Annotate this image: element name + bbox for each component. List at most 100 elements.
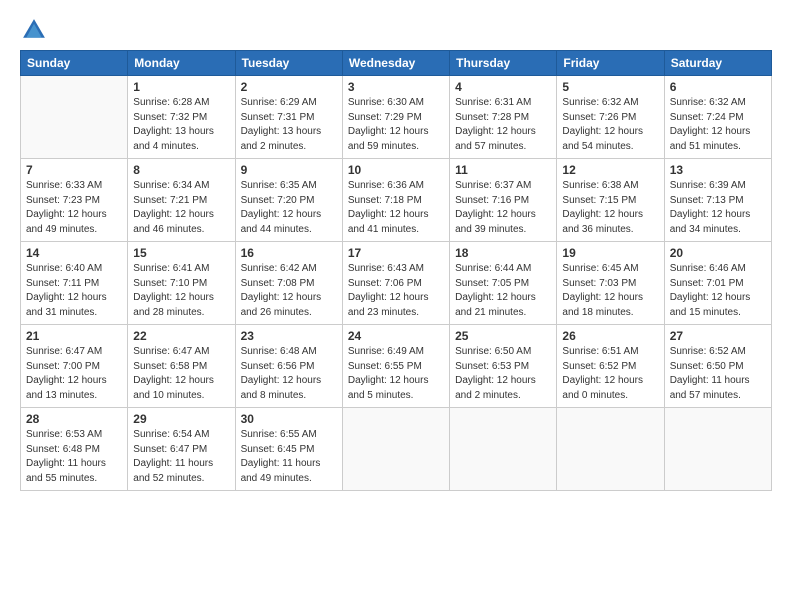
weekday-header-thursday: Thursday bbox=[450, 51, 557, 76]
day-info: Sunrise: 6:28 AM Sunset: 7:32 PM Dayligh… bbox=[133, 96, 229, 154]
day-info: Sunrise: 6:31 AM Sunset: 7:28 PM Dayligh… bbox=[455, 96, 551, 154]
calendar-cell bbox=[342, 408, 449, 491]
day-info: Sunrise: 6:29 AM Sunset: 7:31 PM Dayligh… bbox=[241, 96, 337, 154]
weekday-header-saturday: Saturday bbox=[664, 51, 771, 76]
calendar-cell: 26 Sunrise: 6:51 AM Sunset: 6:52 PM Dayli… bbox=[557, 325, 664, 408]
calendar-cell: 17 Sunrise: 6:43 AM Sunset: 7:06 PM Dayli… bbox=[342, 242, 449, 325]
calendar-cell: 30Sunrise: 6:55 AM Sunset: 6:45 PM Dayli… bbox=[235, 408, 342, 491]
day-number: 6 bbox=[670, 80, 766, 94]
page: SundayMondayTuesdayWednesdayThursdayFrid… bbox=[0, 0, 792, 612]
calendar-cell: 6 Sunrise: 6:32 AM Sunset: 7:24 PM Daylig… bbox=[664, 76, 771, 159]
day-info: Sunrise: 6:53 AM Sunset: 6:48 PM Dayligh… bbox=[26, 428, 122, 486]
calendar-cell bbox=[21, 76, 128, 159]
calendar-cell: 2 Sunrise: 6:29 AM Sunset: 7:31 PM Daylig… bbox=[235, 76, 342, 159]
day-number: 13 bbox=[670, 163, 766, 177]
day-number: 9 bbox=[241, 163, 337, 177]
calendar-cell: 10 Sunrise: 6:36 AM Sunset: 7:18 PM Dayli… bbox=[342, 159, 449, 242]
weekday-header-sunday: Sunday bbox=[21, 51, 128, 76]
calendar-cell: 22Sunrise: 6:47 AM Sunset: 6:58 PM Dayli… bbox=[128, 325, 235, 408]
day-info: Sunrise: 6:33 AM Sunset: 7:23 PM Dayligh… bbox=[26, 179, 122, 237]
calendar-cell: 14 Sunrise: 6:40 AM Sunset: 7:11 PM Dayli… bbox=[21, 242, 128, 325]
day-number: 21 bbox=[26, 329, 122, 343]
calendar-cell: 15 Sunrise: 6:41 AM Sunset: 7:10 PM Dayli… bbox=[128, 242, 235, 325]
week-row-1: 7 Sunrise: 6:33 AM Sunset: 7:23 PM Daylig… bbox=[21, 159, 772, 242]
logo bbox=[20, 16, 52, 44]
weekday-header-wednesday: Wednesday bbox=[342, 51, 449, 76]
week-row-3: 21 Sunrise: 6:47 AM Sunset: 7:00 PM Dayli… bbox=[21, 325, 772, 408]
weekday-header-friday: Friday bbox=[557, 51, 664, 76]
weekday-header-row: SundayMondayTuesdayWednesdayThursdayFrid… bbox=[21, 51, 772, 76]
calendar-cell bbox=[450, 408, 557, 491]
calendar-cell: 28 Sunrise: 6:53 AM Sunset: 6:48 PM Dayli… bbox=[21, 408, 128, 491]
calendar-cell: 8 Sunrise: 6:34 AM Sunset: 7:21 PM Daylig… bbox=[128, 159, 235, 242]
day-info: Sunrise: 6:38 AM Sunset: 7:15 PM Dayligh… bbox=[562, 179, 658, 237]
calendar-cell: 21 Sunrise: 6:47 AM Sunset: 7:00 PM Dayli… bbox=[21, 325, 128, 408]
weekday-header-tuesday: Tuesday bbox=[235, 51, 342, 76]
day-info: Sunrise: 6:54 AM Sunset: 6:47 PM Dayligh… bbox=[133, 428, 229, 486]
day-number: 11 bbox=[455, 163, 551, 177]
day-number: 10 bbox=[348, 163, 444, 177]
calendar-cell: 5 Sunrise: 6:32 AM Sunset: 7:26 PM Daylig… bbox=[557, 76, 664, 159]
day-number: 29 bbox=[133, 412, 229, 426]
day-info: Sunrise: 6:51 AM Sunset: 6:52 PM Dayligh… bbox=[562, 345, 658, 403]
calendar-cell bbox=[664, 408, 771, 491]
calendar-cell: 7 Sunrise: 6:33 AM Sunset: 7:23 PM Daylig… bbox=[21, 159, 128, 242]
calendar-cell: 29 Sunrise: 6:54 AM Sunset: 6:47 PM Dayli… bbox=[128, 408, 235, 491]
day-number: 16 bbox=[241, 246, 337, 260]
calendar-cell: 13 Sunrise: 6:39 AM Sunset: 7:13 PM Dayli… bbox=[664, 159, 771, 242]
day-number: 5 bbox=[562, 80, 658, 94]
day-number: 7 bbox=[26, 163, 122, 177]
day-number: 2 bbox=[241, 80, 337, 94]
header bbox=[20, 16, 772, 44]
day-number: 18 bbox=[455, 246, 551, 260]
calendar-cell: 11 Sunrise: 6:37 AM Sunset: 7:16 PM Dayli… bbox=[450, 159, 557, 242]
day-number: 15 bbox=[133, 246, 229, 260]
day-number: 20 bbox=[670, 246, 766, 260]
day-number: 26 bbox=[562, 329, 658, 343]
day-number: 14 bbox=[26, 246, 122, 260]
calendar-cell: 1 Sunrise: 6:28 AM Sunset: 7:32 PM Daylig… bbox=[128, 76, 235, 159]
calendar-cell: 9 Sunrise: 6:35 AM Sunset: 7:20 PM Daylig… bbox=[235, 159, 342, 242]
calendar-cell: 12 Sunrise: 6:38 AM Sunset: 7:15 PM Dayli… bbox=[557, 159, 664, 242]
calendar-cell: 25Sunrise: 6:50 AM Sunset: 6:53 PM Dayli… bbox=[450, 325, 557, 408]
day-info: Sunrise: 6:42 AM Sunset: 7:08 PM Dayligh… bbox=[241, 262, 337, 320]
day-number: 24 bbox=[348, 329, 444, 343]
calendar-table: SundayMondayTuesdayWednesdayThursdayFrid… bbox=[20, 50, 772, 491]
day-number: 8 bbox=[133, 163, 229, 177]
day-info: Sunrise: 6:32 AM Sunset: 7:24 PM Dayligh… bbox=[670, 96, 766, 154]
day-number: 27 bbox=[670, 329, 766, 343]
day-info: Sunrise: 6:45 AM Sunset: 7:03 PM Dayligh… bbox=[562, 262, 658, 320]
day-info: Sunrise: 6:39 AM Sunset: 7:13 PM Dayligh… bbox=[670, 179, 766, 237]
calendar-cell: 4Sunrise: 6:31 AM Sunset: 7:28 PM Daylig… bbox=[450, 76, 557, 159]
day-number: 30 bbox=[241, 412, 337, 426]
day-number: 12 bbox=[562, 163, 658, 177]
day-info: Sunrise: 6:37 AM Sunset: 7:16 PM Dayligh… bbox=[455, 179, 551, 237]
day-info: Sunrise: 6:43 AM Sunset: 7:06 PM Dayligh… bbox=[348, 262, 444, 320]
week-row-0: 1 Sunrise: 6:28 AM Sunset: 7:32 PM Daylig… bbox=[21, 76, 772, 159]
day-info: Sunrise: 6:48 AM Sunset: 6:56 PM Dayligh… bbox=[241, 345, 337, 403]
weekday-header-monday: Monday bbox=[128, 51, 235, 76]
day-info: Sunrise: 6:49 AM Sunset: 6:55 PM Dayligh… bbox=[348, 345, 444, 403]
day-info: Sunrise: 6:41 AM Sunset: 7:10 PM Dayligh… bbox=[133, 262, 229, 320]
calendar-cell: 3Sunrise: 6:30 AM Sunset: 7:29 PM Daylig… bbox=[342, 76, 449, 159]
day-number: 17 bbox=[348, 246, 444, 260]
calendar-cell: 24 Sunrise: 6:49 AM Sunset: 6:55 PM Dayli… bbox=[342, 325, 449, 408]
day-info: Sunrise: 6:30 AM Sunset: 7:29 PM Dayligh… bbox=[348, 96, 444, 154]
day-number: 23 bbox=[241, 329, 337, 343]
day-number: 28 bbox=[26, 412, 122, 426]
day-info: Sunrise: 6:46 AM Sunset: 7:01 PM Dayligh… bbox=[670, 262, 766, 320]
day-info: Sunrise: 6:35 AM Sunset: 7:20 PM Dayligh… bbox=[241, 179, 337, 237]
calendar-cell: 18 Sunrise: 6:44 AM Sunset: 7:05 PM Dayli… bbox=[450, 242, 557, 325]
day-info: Sunrise: 6:40 AM Sunset: 7:11 PM Dayligh… bbox=[26, 262, 122, 320]
day-info: Sunrise: 6:50 AM Sunset: 6:53 PM Dayligh… bbox=[455, 345, 551, 403]
day-number: 22 bbox=[133, 329, 229, 343]
day-info: Sunrise: 6:47 AM Sunset: 7:00 PM Dayligh… bbox=[26, 345, 122, 403]
day-info: Sunrise: 6:32 AM Sunset: 7:26 PM Dayligh… bbox=[562, 96, 658, 154]
day-info: Sunrise: 6:44 AM Sunset: 7:05 PM Dayligh… bbox=[455, 262, 551, 320]
calendar-cell bbox=[557, 408, 664, 491]
day-info: Sunrise: 6:36 AM Sunset: 7:18 PM Dayligh… bbox=[348, 179, 444, 237]
day-number: 1 bbox=[133, 80, 229, 94]
logo-icon bbox=[20, 16, 48, 44]
day-info: Sunrise: 6:34 AM Sunset: 7:21 PM Dayligh… bbox=[133, 179, 229, 237]
calendar-cell: 19Sunrise: 6:45 AM Sunset: 7:03 PM Dayli… bbox=[557, 242, 664, 325]
